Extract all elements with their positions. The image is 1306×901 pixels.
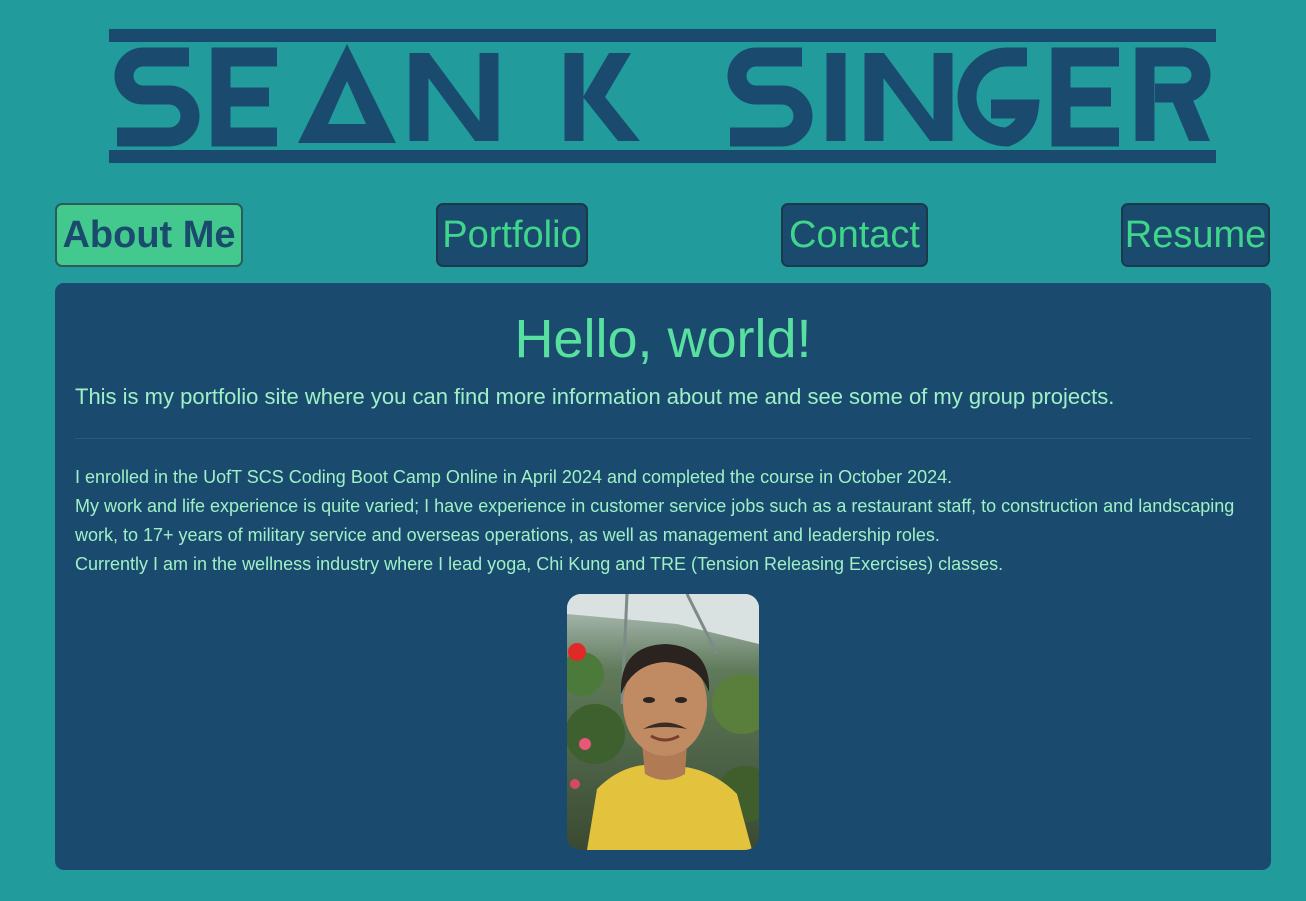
bio-paragraph: Currently I am in the wellness industry … [75,554,1004,574]
bio-paragraph: I enrolled in the UofT SCS Coding Boot C… [75,467,953,487]
nav-resume-button[interactable]: Resume [1121,203,1270,267]
divider [75,438,1251,439]
site-logo [109,29,1216,163]
page: About Me Portfolio Contact Resume Hello,… [0,0,1306,901]
nav-contact-button[interactable]: Contact [781,203,928,267]
bio-text: I enrolled in the UofT SCS Coding Boot C… [75,463,1255,579]
lead-text: This is my portfolio site where you can … [75,384,1115,409]
bio-paragraph: My work and life experience is quite var… [75,496,1235,545]
nav-portfolio-button[interactable]: Portfolio [436,203,588,267]
page-heading: Hello, world! [514,309,812,369]
nav-about-me-button[interactable]: About Me [55,203,243,267]
profile-photo [567,594,759,850]
about-card: Hello, world! This is my portfolio site … [55,283,1271,870]
